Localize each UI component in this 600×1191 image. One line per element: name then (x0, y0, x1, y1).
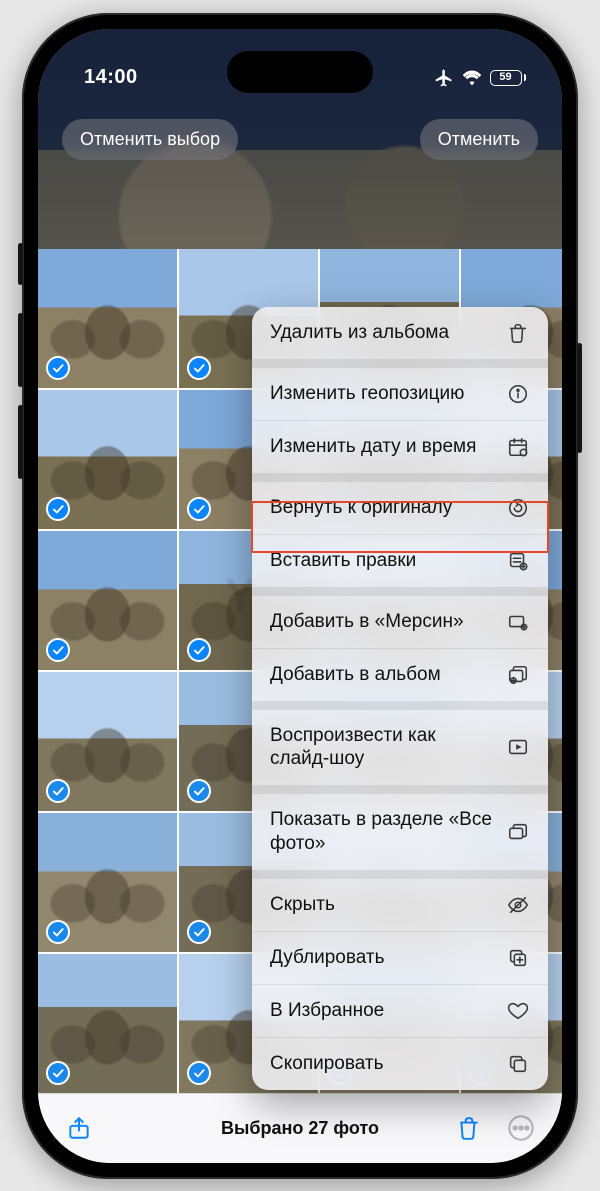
eye-slash-icon (506, 893, 530, 917)
airplane-icon (434, 68, 454, 88)
menu-item-label: В Избранное (270, 999, 506, 1023)
selected-check-icon (46, 779, 70, 803)
menu-item-label: Вернуть к оригиналу (270, 496, 506, 520)
duplicate-icon (506, 946, 530, 970)
trash-icon (506, 321, 530, 345)
album-plus-icon (506, 663, 530, 687)
menu-item[interactable]: Изменить геопозицию (252, 367, 548, 420)
menu-item[interactable]: Вернуть к оригиналу (252, 481, 548, 534)
stack-icon (506, 820, 530, 844)
dynamic-island (227, 51, 373, 93)
heart-icon (506, 999, 530, 1023)
menu-item[interactable]: Удалить из альбома (252, 307, 548, 359)
phone-frame: 14:00 59 Отменить выбор От (22, 13, 578, 1179)
selected-check-icon (46, 356, 70, 380)
deselect-button[interactable]: Отменить выбор (62, 119, 238, 160)
revert-icon (506, 496, 530, 520)
paste-adjust-icon (506, 549, 530, 573)
photo-thumbnail[interactable] (38, 531, 177, 670)
status-time: 14:00 (84, 66, 138, 89)
menu-item[interactable]: Добавить в альбом (252, 648, 548, 701)
menu-item-label: Дублировать (270, 946, 506, 970)
menu-item-label: Скопировать (270, 1052, 506, 1076)
context-menu[interactable]: Удалить из альбома Изменить геопозицию Изм… (252, 307, 548, 1090)
menu-item[interactable]: Изменить дату и время (252, 420, 548, 473)
menu-item[interactable]: В Избранное (252, 984, 548, 1037)
menu-item[interactable]: Скрыть (252, 878, 548, 931)
menu-item[interactable]: Показать в разделе «Все фото» (252, 793, 548, 870)
menu-item-label: Изменить геопозицию (270, 382, 506, 406)
selected-check-icon (46, 920, 70, 944)
selection-count: Выбрано 27 фото (38, 1118, 562, 1139)
menu-item-label: Скрыть (270, 893, 506, 917)
menu-item-label: Вставить правки (270, 549, 506, 573)
selected-check-icon (46, 638, 70, 662)
menu-item-label: Изменить дату и время (270, 435, 506, 459)
selected-check-icon (187, 638, 211, 662)
menu-item-label: Удалить из альбома (270, 321, 506, 345)
wifi-icon (462, 70, 482, 86)
selected-check-icon (187, 920, 211, 944)
play-rect-icon (506, 735, 530, 759)
menu-item-label: Показать в разделе «Все фото» (270, 808, 506, 856)
battery-indicator: 59 (490, 70, 527, 86)
menu-item[interactable]: Добавить в «Мерсин» (252, 595, 548, 648)
photo-thumbnail[interactable] (38, 390, 177, 529)
photo-thumbnail[interactable] (38, 954, 177, 1093)
selected-check-icon (187, 1061, 211, 1085)
screen: 14:00 59 Отменить выбор От (38, 29, 562, 1163)
info-icon (506, 382, 530, 406)
calendar-icon (506, 435, 530, 459)
selected-check-icon (187, 779, 211, 803)
menu-item[interactable]: Дублировать (252, 931, 548, 984)
selected-check-icon (46, 497, 70, 521)
selected-check-icon (187, 497, 211, 521)
menu-item-label: Воспроизвести как слайд-шоу (270, 724, 506, 772)
cancel-button[interactable]: Отменить (420, 119, 538, 160)
menu-item[interactable]: Вставить правки (252, 534, 548, 587)
menu-item[interactable]: Воспроизвести как слайд-шоу (252, 709, 548, 786)
bottom-toolbar: Выбрано 27 фото (38, 1093, 562, 1163)
selected-check-icon (46, 1061, 70, 1085)
menu-item-label: Добавить в «Мерсин» (270, 610, 506, 634)
copy-icon (506, 1052, 530, 1076)
photo-thumbnail[interactable] (38, 813, 177, 952)
photo-thumbnail[interactable] (38, 249, 177, 388)
menu-item-label: Добавить в альбом (270, 663, 506, 687)
selected-check-icon (187, 356, 211, 380)
menu-item[interactable]: Скопировать (252, 1037, 548, 1090)
rect-plus-icon (506, 610, 530, 634)
photo-thumbnail[interactable] (38, 672, 177, 811)
